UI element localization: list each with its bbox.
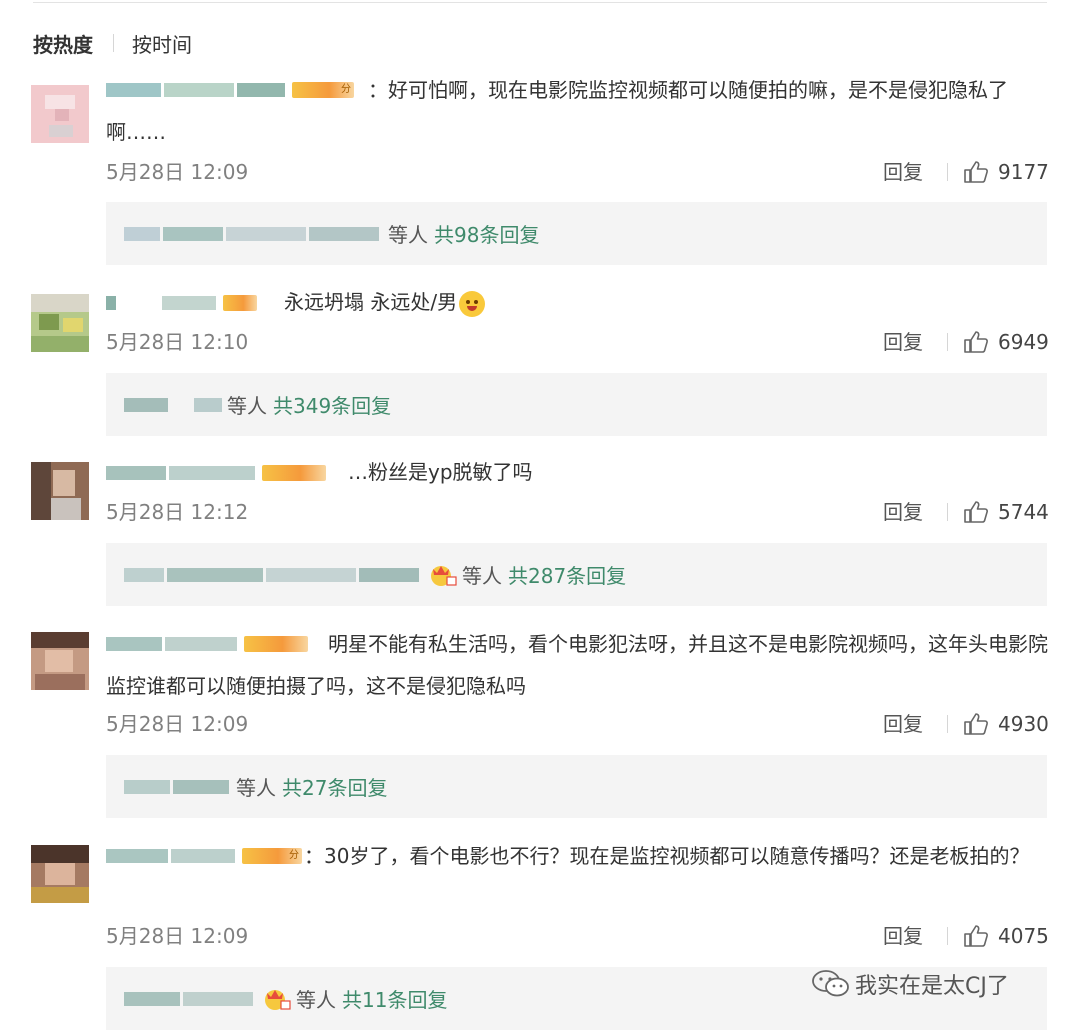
like-count: 9177: [998, 160, 1049, 184]
meta-separator: [947, 503, 948, 521]
like-count: 5744: [998, 500, 1049, 524]
sort-bar: 按热度 按时间: [33, 28, 192, 58]
comment-meta: 5月28日 12:09 回复 4930: [106, 710, 1051, 738]
meta-separator: [947, 715, 948, 733]
grin-emoji-icon: [459, 290, 486, 317]
wechat-icon: [812, 970, 849, 997]
reply-people-text: 等人: [462, 564, 502, 588]
comment-time: 5月28日 12:09: [106, 160, 249, 184]
like-icon[interactable]: [963, 500, 989, 524]
reply-button[interactable]: 回复: [883, 922, 923, 950]
view-replies-link[interactable]: 共11条回复: [342, 984, 447, 1013]
comment-text: ：好可怕啊，现在电影院监控视频都可以随便拍的嘛，是不是侵犯隐私了啊……: [106, 78, 1008, 144]
watermark: 我实在是太CJ了: [811, 968, 1009, 1000]
view-replies-link[interactable]: 共349条回复: [273, 390, 391, 419]
sort-separator: [113, 34, 114, 52]
comment-time: 5月28日 12:09: [106, 924, 249, 948]
comment-time: 5月28日 12:09: [106, 712, 249, 736]
comment-meta: 5月28日 12:09 回复 4075: [106, 922, 1051, 950]
comment-meta: 5月28日 12:10 回复 6949: [106, 328, 1051, 356]
comment-meta: 5月28日 12:12 回复 5744: [106, 498, 1051, 526]
avatar[interactable]: [31, 462, 89, 520]
like-icon[interactable]: [963, 330, 989, 354]
reply-summary[interactable]: 等人 共27条回复: [106, 755, 1047, 818]
comment-meta: 5月28日 12:09 回复 9177: [106, 158, 1051, 186]
comment-text: …粉丝是yp脱敏了吗: [348, 460, 533, 484]
comment-text: ：30岁了，看个电影也不行？现在是监控视频都可以随意传播吗？还是老板拍的？: [304, 844, 1030, 868]
reply-people-text: 等人: [388, 223, 428, 247]
avatar[interactable]: [31, 845, 89, 903]
avatar[interactable]: [31, 632, 89, 690]
avatar[interactable]: [31, 294, 89, 352]
avatar[interactable]: [31, 85, 89, 143]
like-icon[interactable]: [963, 160, 989, 184]
comment-time: 5月28日 12:12: [106, 500, 249, 524]
like-icon[interactable]: [963, 924, 989, 948]
reply-people-text: 等人: [227, 394, 267, 418]
reply-summary[interactable]: 等人 共349条回复: [106, 373, 1047, 436]
like-count: 4075: [998, 924, 1049, 948]
crown-emoji-icon: [262, 987, 292, 1011]
comment-time: 5月28日 12:10: [106, 330, 249, 354]
reply-summary[interactable]: 等人 共287条回复: [106, 543, 1047, 606]
reply-button[interactable]: 回复: [883, 498, 923, 526]
reply-button[interactable]: 回复: [883, 328, 923, 356]
top-divider: [33, 2, 1047, 3]
view-replies-link[interactable]: 共287条回复: [508, 560, 626, 589]
comment-text: 永远坍塌 永远处/男: [106, 281, 1051, 323]
like-count: 6949: [998, 330, 1049, 354]
view-replies-link[interactable]: 共98条回复: [434, 219, 539, 248]
reply-summary[interactable]: 等人 共98条回复: [106, 202, 1047, 265]
watermark-text: 我实在是太CJ了: [855, 974, 1009, 999]
meta-separator: [947, 163, 948, 181]
crown-emoji-icon: [428, 563, 458, 587]
sort-by-hot-tab[interactable]: 按热度: [33, 29, 93, 58]
meta-separator: [947, 333, 948, 351]
reply-button[interactable]: 回复: [883, 158, 923, 186]
comment-text: 明星不能有私生活吗，看个电影犯法呀，并且这不是电影院视频吗，这年头电影院监控谁都…: [106, 632, 1048, 698]
meta-separator: [947, 927, 948, 945]
reply-people-text: 等人: [296, 988, 336, 1012]
reply-people-text: 等人: [236, 776, 276, 800]
like-icon[interactable]: [963, 712, 989, 736]
sort-by-time-tab[interactable]: 按时间: [132, 29, 192, 58]
like-count: 4930: [998, 712, 1049, 736]
view-replies-link[interactable]: 共27条回复: [282, 772, 387, 801]
reply-button[interactable]: 回复: [883, 710, 923, 738]
